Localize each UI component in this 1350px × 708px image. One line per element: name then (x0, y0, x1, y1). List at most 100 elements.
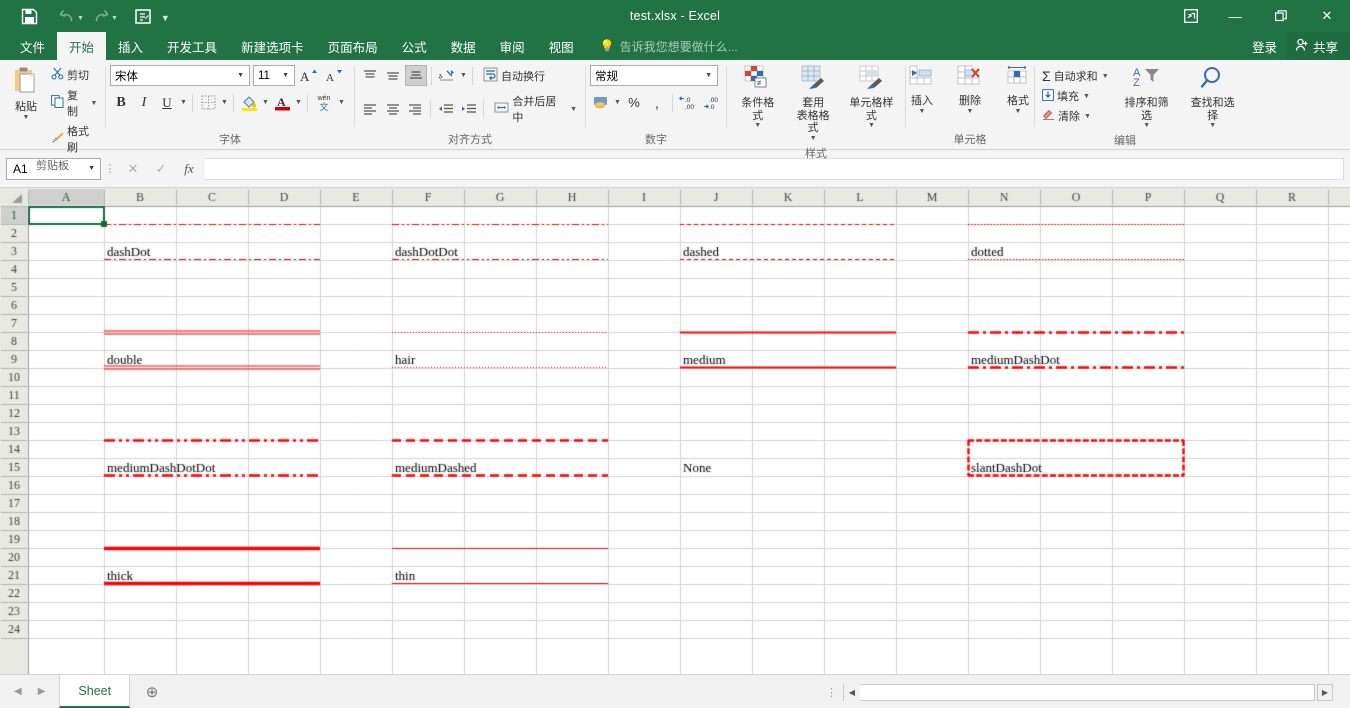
tab-data[interactable]: 数据 (439, 32, 488, 60)
font-size-dropdown-icon[interactable]: ▼ (279, 72, 292, 79)
next-sheet-icon[interactable]: ▶ (38, 686, 46, 697)
tab-new[interactable]: 新建选项卡 (229, 32, 316, 60)
align-left-button[interactable] (359, 99, 381, 120)
accounting-dropdown-icon[interactable]: ▼ (613, 99, 622, 106)
cell-styles-button[interactable]: 单元格样式 ▼ (842, 63, 901, 131)
share-button[interactable]: 共享 (1286, 32, 1350, 60)
underline-button[interactable]: U (156, 92, 178, 113)
fill-color-button[interactable] (238, 92, 260, 113)
align-center-button[interactable] (382, 99, 404, 120)
decrease-indent-button[interactable] (435, 99, 457, 120)
tab-home[interactable]: 开始 (57, 32, 107, 60)
font-color-dropdown-icon[interactable]: ▼ (294, 99, 303, 106)
find-select-button[interactable]: 查找和选择 ▼ (1181, 63, 1245, 131)
save-icon[interactable] (14, 2, 44, 30)
conditional-formatting-dropdown-icon[interactable]: ▼ (754, 122, 761, 129)
conditional-formatting-button[interactable]: ≠ 条件格式 ▼ (731, 63, 784, 131)
phonetic-guide-button[interactable]: wén 文 (312, 92, 336, 113)
number-format-dropdown-icon[interactable]: ▼ (702, 72, 715, 79)
align-top-button[interactable] (359, 65, 381, 86)
tab-view[interactable]: 视图 (537, 32, 586, 60)
decrease-decimal-button[interactable]: .00.0 (702, 92, 726, 113)
autosum-button[interactable]: Σ 自动求和 ▼ (1039, 67, 1113, 85)
align-right-button[interactable] (404, 99, 426, 120)
orientation-dropdown-icon[interactable]: ▼ (459, 72, 468, 79)
scrollbar-track[interactable]: ◀ (843, 683, 1315, 701)
close-button[interactable]: ✕ (1304, 0, 1350, 32)
find-select-dropdown-icon[interactable]: ▼ (1209, 122, 1216, 129)
format-cells-button[interactable]: 格式 ▼ (996, 63, 1040, 117)
percent-style-button[interactable]: % (623, 92, 645, 113)
wrap-text-button[interactable]: 自动换行 (477, 66, 548, 86)
sign-in-button[interactable]: 登录 (1242, 37, 1287, 56)
sheet-tab-sheet[interactable]: Sheet (59, 675, 131, 708)
quick-print-icon[interactable] (128, 2, 158, 30)
prev-sheet-icon[interactable]: ◀ (14, 686, 22, 697)
font-color-button[interactable]: A (271, 92, 293, 113)
align-middle-button[interactable] (382, 65, 404, 86)
copy-button[interactable]: 复制 ▼ (48, 86, 101, 120)
accounting-format-button[interactable] (590, 92, 612, 113)
merge-center-button[interactable]: 合并后居中 ▼ (488, 92, 581, 126)
cancel-formula-button[interactable]: ✕ (119, 158, 147, 180)
ribbon-display-options-icon[interactable] (1170, 0, 1212, 32)
insert-function-button[interactable]: fx (175, 158, 203, 180)
format-cells-dropdown-icon[interactable]: ▼ (1015, 108, 1022, 115)
bold-button[interactable]: B (110, 92, 132, 113)
borders-button[interactable] (197, 92, 219, 113)
increase-indent-button[interactable] (458, 99, 480, 120)
scrollbar-splitter[interactable]: ⋮ (820, 686, 843, 699)
spreadsheet-grid[interactable] (0, 188, 1350, 674)
align-bottom-button[interactable] (405, 65, 427, 86)
add-sheet-button[interactable]: ⊕ (130, 675, 174, 708)
redo-dropdown-icon[interactable]: ▼ (111, 10, 118, 22)
font-name-dropdown-icon[interactable]: ▼ (234, 72, 247, 79)
paste-dropdown-icon[interactable]: ▼ (23, 114, 30, 121)
undo-dropdown-icon[interactable]: ▼ (77, 10, 84, 22)
merge-center-dropdown-icon[interactable]: ▼ (569, 106, 578, 113)
cut-button[interactable]: 剪切 (48, 66, 101, 84)
decrease-font-size-button[interactable]: A (323, 65, 345, 86)
scrollbar-thumb[interactable] (860, 684, 1314, 700)
fill-button[interactable]: 填充 ▼ (1039, 87, 1113, 105)
italic-button[interactable]: I (133, 92, 155, 113)
font-size-combo[interactable]: 11 ▼ (253, 65, 295, 86)
insert-cells-dropdown-icon[interactable]: ▼ (919, 108, 926, 115)
number-format-combo[interactable]: 常规 ▼ (590, 65, 718, 86)
tab-developer[interactable]: 开发工具 (155, 32, 229, 60)
fill-color-dropdown-icon[interactable]: ▼ (261, 99, 270, 106)
restore-button[interactable] (1258, 0, 1304, 32)
increase-font-size-button[interactable]: A (298, 65, 320, 86)
comma-style-button[interactable]: , (646, 92, 668, 113)
clear-dropdown-icon[interactable]: ▼ (1083, 113, 1092, 120)
autosum-dropdown-icon[interactable]: ▼ (1101, 73, 1110, 80)
scroll-left-icon[interactable]: ◀ (844, 683, 860, 701)
copy-dropdown-icon[interactable]: ▼ (90, 100, 98, 107)
tab-file[interactable]: 文件 (8, 32, 57, 60)
underline-dropdown-icon[interactable]: ▼ (179, 99, 188, 106)
delete-cells-button[interactable]: 删除 ▼ (948, 63, 992, 117)
clear-button[interactable]: 清除 ▼ (1039, 107, 1113, 125)
tab-review[interactable]: 审阅 (488, 32, 537, 60)
sort-filter-button[interactable]: AZ 排序和筛选 ▼ (1117, 63, 1177, 131)
cell-styles-dropdown-icon[interactable]: ▼ (868, 122, 875, 129)
tab-insert[interactable]: 插入 (106, 32, 155, 60)
insert-cells-button[interactable]: 插入 ▼ (900, 63, 944, 117)
scroll-right-icon[interactable]: ▶ (1317, 683, 1333, 701)
borders-dropdown-icon[interactable]: ▼ (220, 99, 229, 106)
minimize-button[interactable]: — (1212, 0, 1258, 32)
accept-formula-button[interactable]: ✓ (147, 158, 175, 180)
delete-cells-dropdown-icon[interactable]: ▼ (967, 108, 974, 115)
fill-dropdown-icon[interactable]: ▼ (1082, 93, 1091, 100)
phonetic-dropdown-icon[interactable]: ▼ (337, 99, 346, 106)
tell-me-box[interactable]: 💡 告诉我您想要做什么... (586, 32, 738, 60)
format-as-table-dropdown-icon[interactable]: ▼ (810, 135, 817, 142)
orientation-button[interactable]: a (436, 65, 458, 86)
grid-canvas[interactable] (0, 188, 1350, 674)
increase-decimal-button[interactable]: .0.00 (677, 92, 701, 113)
format-as-table-button[interactable]: 套用 表格格式 ▼ (786, 63, 839, 144)
horizontal-scrollbar[interactable]: ⋮ ◀ ▶ (820, 675, 1350, 708)
font-name-combo[interactable]: 宋体 ▼ (110, 65, 250, 86)
tab-formulas[interactable]: 公式 (390, 32, 439, 60)
paste-button[interactable]: 粘贴 ▼ (4, 63, 48, 123)
